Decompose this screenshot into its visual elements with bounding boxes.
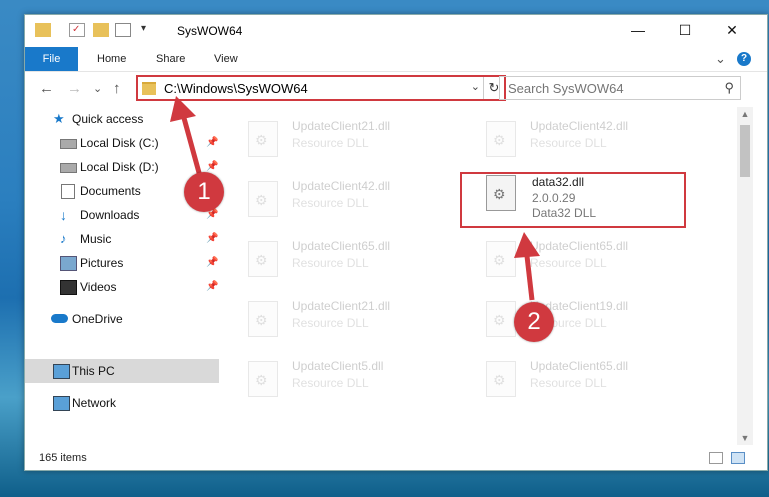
step-2-badge: 2 [514, 302, 554, 342]
annotation-arrows [170, 96, 540, 301]
step-1-badge: 1 [184, 172, 224, 212]
arrow-2-shaft [524, 255, 535, 301]
arrow-1-head [170, 96, 196, 122]
arrow-1-shaft [181, 117, 204, 181]
arrow-2-head [514, 232, 540, 258]
